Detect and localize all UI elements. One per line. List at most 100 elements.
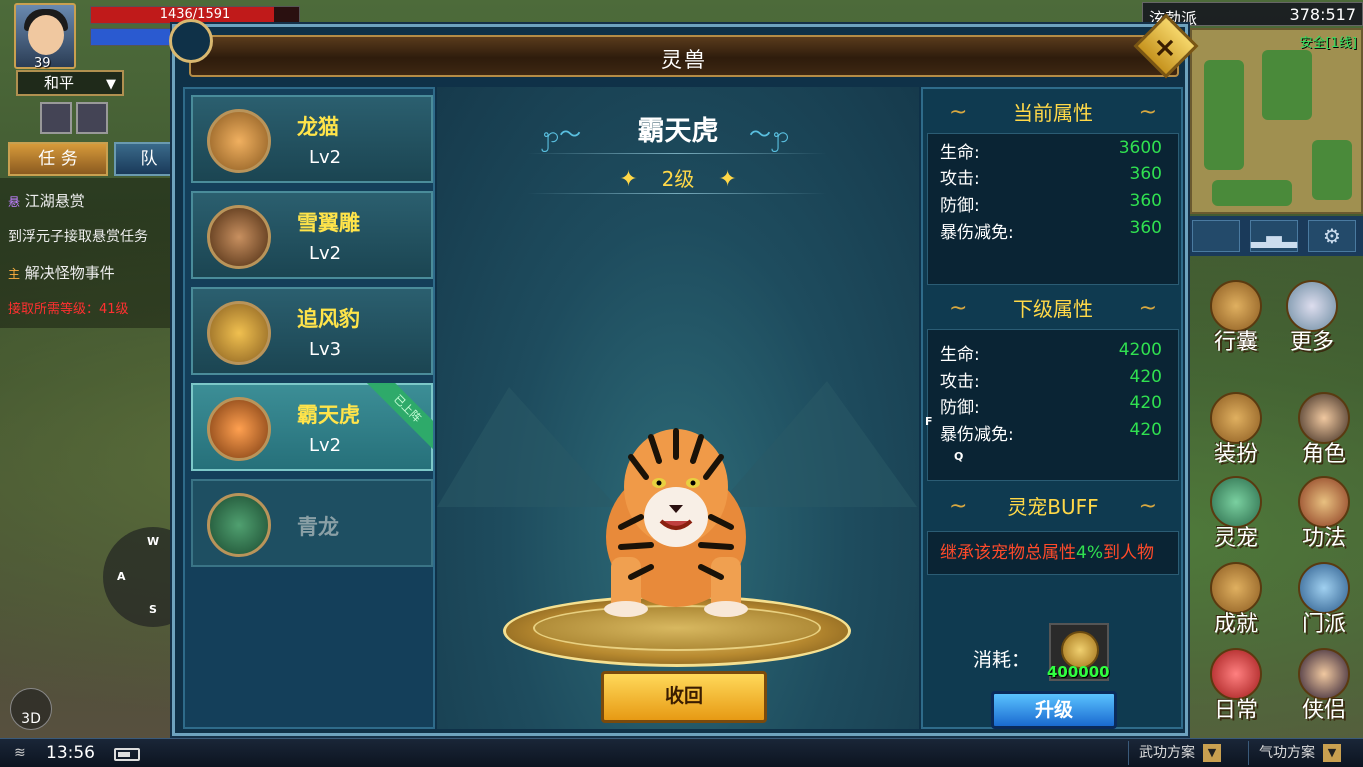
pet-preview-stage: ꩭ〜 〜ꩭ 霸天虎 ✦ 2级 ✦ 收回 [437,87,919,729]
next-attrs-box: 生命: 4200 攻击: 420 防御: 420 暴伤减免: 420 Q [927,329,1179,481]
menu-achievement[interactable]: 成就 [1206,562,1266,638]
qigong-plan-label: 气功方案 [1259,745,1315,761]
pet-level: Lv3 [309,339,342,360]
hamster-icon [207,109,271,173]
menu-partner-label: 侠侣 [1301,698,1346,723]
pet-item-xueyidiao[interactable]: 雪翼雕 Lv2 [191,191,433,279]
chevron-down-icon: ▼ [106,77,116,92]
key-s-label: S [149,603,157,616]
menu-daily-label: 日常 [1213,698,1258,723]
next-attrs-title: 下级属性 [927,289,1179,329]
menu-skills[interactable]: 功法 [1294,476,1354,552]
attr-value: 360 [1129,218,1162,238]
attr-row-hp: 生命: 3600 [940,138,1162,164]
player-level: 39 [34,56,51,71]
pet-level: Lv2 [309,435,342,456]
coin-item[interactable]: 400000 [1047,623,1110,681]
minimap[interactable]: 安全[1线] [1190,28,1363,214]
attr-value: 420 [1129,420,1162,440]
ranking-icon[interactable]: ▂▄▂ [1250,220,1298,252]
attribute-panel: 当前属性 生命: 3600 攻击: 360 防御: 360 暴伤减免: 360 下级属性… [921,87,1183,729]
recall-label: 收回 [664,685,703,707]
key-a-label: A [117,570,126,583]
skill-slot-1[interactable] [40,102,72,134]
menu-character[interactable]: 角色 [1294,392,1354,468]
quest-title: 江湖悬赏 [24,192,85,210]
attr-value: 3600 [1118,138,1162,158]
menu-more[interactable]: 更多 [1282,280,1342,356]
tab-team-label: 队 [140,149,158,169]
martial-plan-dropdown[interactable]: 武功方案 ▼ [1128,741,1244,765]
menu-daily[interactable]: 日常 [1206,648,1266,724]
quest-item[interactable]: 悬 江湖悬赏 [8,190,85,211]
tab-quest-label: 任 务 [38,149,78,169]
quest-item[interactable]: 主 解决怪物事件 [8,262,115,283]
menu-bag[interactable]: 行囊 [1206,280,1266,356]
battery-icon [114,748,140,761]
spirit-beast-dialog: 灵兽 × 龙猫 Lv2 雪翼雕 Lv2 追风豹 Lv3 霸天虎 Lv2 已上阵 … [169,13,1199,736]
hotkey-q-hint: Q [954,450,964,463]
map-button-1[interactable] [1192,220,1240,252]
attr-value: 420 [1129,393,1162,413]
attr-row-attack: 攻击: 420 [940,367,1162,393]
menu-achievement-label: 成就 [1213,612,1258,637]
quest-desc: 到浮元子接取悬赏任务 [8,229,148,245]
pet-name: 霸天虎 [297,403,360,427]
attr-label: 攻击: [940,372,980,392]
recall-button[interactable]: 收回 [601,671,767,723]
buff-text-a: 继承该宠物总属性 [940,543,1076,563]
pet-item-longmao[interactable]: 龙猫 Lv2 [191,95,433,183]
player-avatar[interactable]: 39 [14,3,76,71]
hotkey-f-hint: F [925,415,933,428]
deployed-badge: 已上阵 [363,383,433,453]
camera-3d-button[interactable]: 3D [10,688,52,730]
attr-label: 生命: [940,345,980,365]
attr-row-defense: 防御: 420 [940,393,1162,419]
quest-title: 解决怪物事件 [24,264,115,282]
qigong-plan-dropdown[interactable]: 气功方案 ▼ [1248,741,1363,765]
pet-item-zhuifengbao[interactable]: 追风豹 Lv3 [191,287,433,375]
star-icon: ✦ [718,167,737,192]
buff-title: 灵宠BUFF [927,487,1179,527]
deployed-badge-label: 已上阵 [364,383,433,452]
menu-pet[interactable]: 灵宠 [1206,476,1266,552]
attr-value: 360 [1129,164,1162,184]
attr-row-attack: 攻击: 360 [940,164,1162,190]
menu-sect[interactable]: 门派 [1294,562,1354,638]
clock: 13:56 [46,743,95,763]
buff-text-b: 到人物 [1102,543,1154,563]
pet-name: 龙猫 [297,115,339,139]
tiger-icon [207,397,271,461]
tiger-model [604,428,748,617]
menu-fashion[interactable]: 装扮 [1206,392,1266,468]
pet-level: Lv2 [309,147,342,168]
attr-value: 4200 [1118,340,1162,360]
camera-3d-label: 3D [21,711,41,727]
gear-icon[interactable]: ⚙ [1308,220,1356,252]
safe-zone-label: 安全[1线] [1299,36,1357,51]
quest-panel[interactable]: 悬 江湖悬赏 到浮元子接取悬赏任务 主 解决怪物事件 接取所需等级：41级 [0,178,178,328]
dialog-header: 灵兽 [189,35,1179,77]
pet-item-batianhu[interactable]: 霸天虎 Lv2 已上阵 [191,383,433,471]
attr-label: 防御: [940,196,980,216]
quest-tag: 主 [8,267,21,281]
leopard-icon [207,301,271,365]
menu-partner[interactable]: 侠侣 [1294,648,1354,724]
pk-mode-dropdown[interactable]: 和平 ▼ [16,70,124,96]
quest-tag: 悬 [8,195,21,209]
corner-ornament [169,19,213,63]
martial-plan-label: 武功方案 [1139,745,1195,761]
skill-slot-2[interactable] [76,102,108,134]
pet-level: Lv2 [309,243,342,264]
map-coordinates: 378:517 [1289,5,1356,24]
selected-pet-level-text: 2级 [661,167,695,191]
attr-row-crit-reduction: 暴伤减免: 360 [940,218,1162,244]
buff-percent: 4% [1076,543,1103,563]
upgrade-button[interactable]: 升级 [991,691,1117,729]
tab-quest[interactable]: 任 务 [8,142,108,176]
pet-item-qinglong[interactable]: 青龙 [191,479,433,567]
map-button-row: ▂▄▂ ⚙ [1190,216,1363,256]
attr-row-hp: 生命: 4200 [940,340,1162,366]
dragon-icon [207,493,271,557]
quest-requirement: 接取所需等级：41级 [8,302,129,317]
